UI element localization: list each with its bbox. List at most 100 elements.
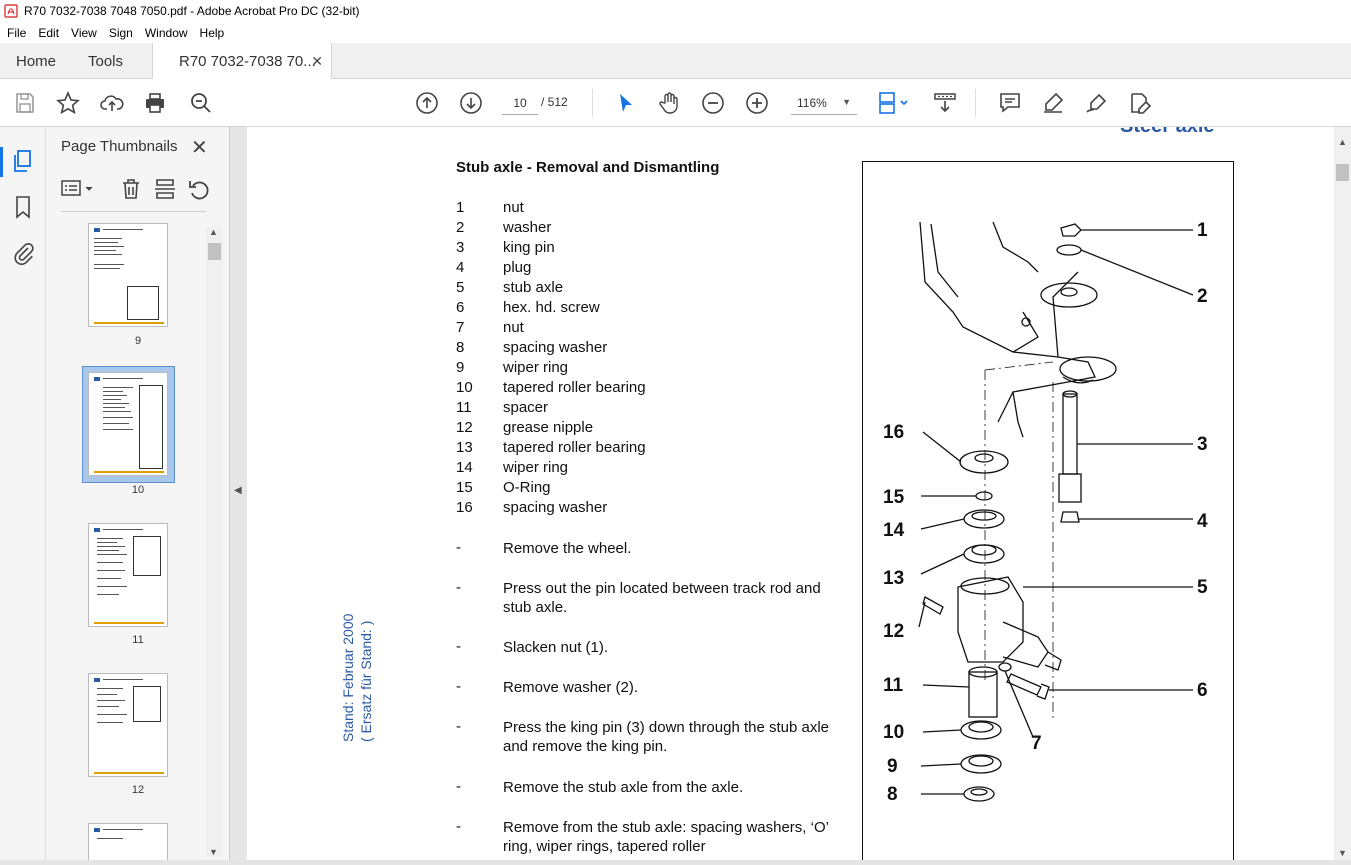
part-list-item: 5 stub axle — [456, 279, 816, 299]
callout-14: 14 — [883, 520, 905, 541]
step-text: Remove the stub axle from the axle. — [503, 779, 744, 796]
menu-view[interactable]: View — [65, 26, 103, 40]
part-name: washer — [503, 219, 552, 236]
next-page-icon[interactable] — [459, 91, 483, 115]
part-number: 6 — [456, 299, 465, 316]
chevron-down-icon: ▼ — [842, 97, 851, 107]
callout-10: 10 — [883, 722, 904, 743]
thumbnail-page[interactable] — [88, 823, 168, 863]
tab-document-label: R70 7032-7038 70... — [179, 52, 316, 70]
window-title: R70 7032-7038 7048 7050.pdf - Adobe Acro… — [24, 4, 360, 18]
panel-collapse-handle[interactable]: ◀ — [230, 127, 247, 865]
part-name: wiper ring — [503, 359, 569, 376]
part-list-item: 6 hex. hd. screw — [456, 299, 816, 319]
part-number: 12 — [456, 419, 473, 436]
callout-4: 4 — [1197, 511, 1208, 532]
thumbnail-page-selected[interactable] — [88, 372, 168, 476]
part-name: nut — [503, 319, 524, 336]
part-number: 7 — [456, 319, 465, 336]
menu-sign[interactable]: Sign — [103, 26, 139, 40]
part-name: hex. hd. screw — [503, 299, 600, 316]
part-number: 5 — [456, 279, 465, 296]
callout-16: 16 — [883, 422, 904, 443]
sign-icon[interactable] — [1085, 91, 1109, 115]
part-name: spacing washer — [503, 499, 608, 516]
part-list-item: 1 nut — [456, 199, 816, 219]
page-fit-icon[interactable] — [877, 91, 913, 115]
part-name: tapered roller bearing — [503, 379, 646, 396]
left-rail — [0, 127, 46, 865]
thumbnails-scrollbar[interactable]: ▲ ▼ — [206, 227, 223, 857]
stub-axle-exploded-diagram: 1 2 3 4 5 6 7 8 9 10 11 12 13 14 15 16 — [883, 220, 1208, 805]
menu-help[interactable]: Help — [194, 26, 231, 40]
hand-icon[interactable] — [657, 91, 681, 115]
thumbnail-page[interactable] — [88, 673, 168, 777]
part-name: spacing washer — [503, 339, 608, 356]
scroll-mode-icon[interactable] — [933, 91, 957, 115]
thumbnail-page[interactable] — [88, 223, 168, 327]
scroll-down-icon[interactable]: ▼ — [1338, 848, 1347, 858]
step-bullet: - — [456, 579, 461, 596]
tab-tools[interactable]: Tools — [88, 43, 123, 79]
save-icon[interactable] — [13, 91, 37, 115]
callout-13: 13 — [883, 568, 904, 589]
scroll-thumb[interactable] — [1336, 164, 1349, 181]
document-viewport[interactable]: Steer axle Stub axle - Removal and Disma… — [247, 127, 1334, 860]
comment-icon[interactable] — [998, 91, 1022, 115]
callout-12: 12 — [883, 621, 904, 642]
revision-stamp: Stand: Februar 2000 ( Ersatz für Stand: … — [339, 614, 375, 742]
menu-window[interactable]: Window — [139, 26, 194, 40]
zoom-in-icon[interactable] — [745, 91, 769, 115]
menu-file[interactable]: File — [0, 26, 32, 40]
delete-icon[interactable] — [119, 177, 143, 201]
upload-icon[interactable] — [100, 91, 124, 115]
scroll-up-icon[interactable]: ▲ — [209, 227, 218, 237]
close-panel-icon[interactable]: ✕ — [191, 135, 208, 160]
part-number: 10 — [456, 379, 473, 396]
highlight-icon[interactable] — [1041, 91, 1065, 115]
extract-pages-icon[interactable] — [153, 177, 177, 201]
panel-title: Page Thumbnails — [61, 138, 178, 155]
step-bullet: - — [456, 818, 461, 835]
zoom-select[interactable]: 116% ▼ — [791, 91, 857, 115]
thumbnail-page[interactable] — [88, 523, 168, 627]
scroll-down-icon[interactable]: ▼ — [209, 847, 218, 857]
part-list-item: 16 spacing washer — [456, 499, 816, 519]
zoom-value: 116% — [797, 96, 827, 110]
scroll-up-icon[interactable]: ▲ — [1338, 137, 1347, 147]
step-bullet: - — [456, 778, 461, 795]
document-scrollbar[interactable]: ▲ ▼ — [1334, 127, 1351, 860]
horizontal-scrollbar[interactable] — [0, 860, 1351, 865]
part-list-item: 7 nut — [456, 319, 816, 339]
step-text: Remove the wheel. — [503, 540, 632, 557]
tab-document[interactable]: R70 7032-7038 70... ✕ — [152, 43, 332, 79]
prev-page-icon[interactable] — [415, 91, 439, 115]
scroll-thumb[interactable] — [208, 243, 221, 260]
callout-7: 7 — [1031, 733, 1042, 754]
bookmarks-icon[interactable] — [11, 195, 35, 219]
close-tab-icon[interactable]: ✕ — [311, 53, 323, 70]
rotate-icon[interactable] — [187, 177, 211, 201]
tab-home[interactable]: Home — [16, 43, 56, 79]
callout-3: 3 — [1197, 434, 1208, 455]
rail-active-indicator — [0, 147, 3, 177]
edit-pdf-icon[interactable] — [1128, 91, 1152, 115]
page-number-input[interactable] — [502, 91, 538, 115]
toolbar: / 512 116% ▼ — [0, 79, 1351, 127]
search-zoom-icon[interactable] — [189, 91, 213, 115]
thumbnail-label: 9 — [134, 335, 142, 347]
page-thumbnails-icon[interactable] — [11, 149, 35, 173]
part-name: king pin — [503, 239, 555, 256]
attachments-icon[interactable] — [11, 241, 35, 265]
select-arrow-icon[interactable] — [614, 91, 638, 115]
panel-divider — [61, 211, 206, 212]
page-section-header: Steer axle — [1120, 127, 1215, 138]
step-bullet: - — [456, 718, 461, 735]
zoom-out-icon[interactable] — [701, 91, 725, 115]
menu-edit[interactable]: Edit — [32, 26, 65, 40]
print-icon[interactable] — [143, 91, 167, 115]
part-list-item: 11 spacer — [456, 399, 816, 419]
bookmark-star-icon[interactable] — [56, 90, 80, 115]
part-name: O-Ring — [503, 479, 551, 496]
options-menu-icon[interactable] — [60, 177, 96, 201]
